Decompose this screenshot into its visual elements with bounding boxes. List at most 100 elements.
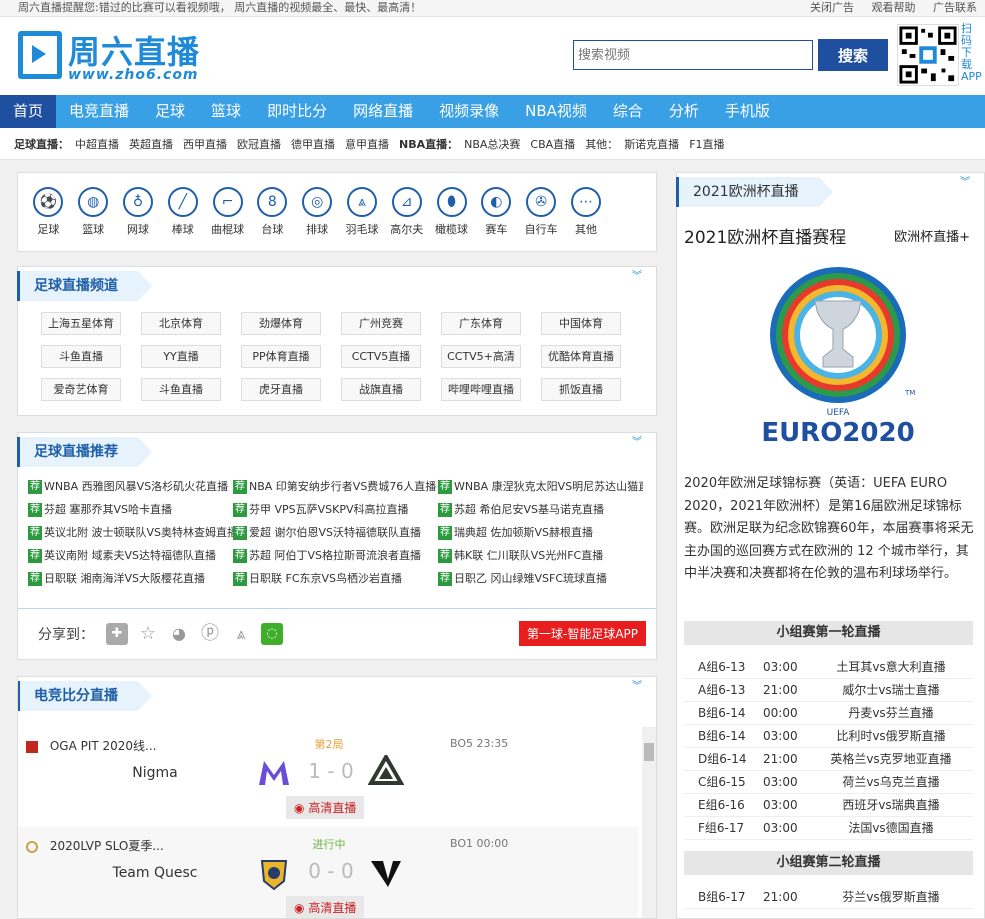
star-share-icon[interactable]: ☆: [137, 622, 159, 645]
schedule-match[interactable]: 土耳其vs意大利直播: [816, 656, 966, 679]
channel-link[interactable]: 哔哩哔哩直播: [441, 378, 521, 401]
schedule-row[interactable]: A组6-13 21:00 威尔士vs瑞士直播: [684, 679, 973, 702]
subnav-link[interactable]: CBA直播: [530, 136, 575, 152]
recommend-item[interactable]: 荐苏超 希伯尼安VS基马诺克直播: [438, 501, 643, 518]
subnav-link[interactable]: 德甲直播: [291, 136, 335, 152]
sport-hockey-stick[interactable]: ⌐ 曲棍球: [205, 187, 250, 251]
recommend-item[interactable]: 荐韩K联 仁川联队VS光州FC直播: [438, 547, 643, 564]
hd-live-button[interactable]: ◉ 高清直播: [286, 796, 365, 819]
schedule-row[interactable]: B组6-14 00:00 丹麦vs芬兰直播: [684, 702, 973, 725]
channel-link[interactable]: 优酷体育直播: [541, 345, 621, 368]
recommend-item[interactable]: 荐日职乙 冈山绿雉VSFC琉球直播: [438, 570, 643, 587]
nav-general[interactable]: 综合: [600, 95, 656, 128]
sport-golf-club[interactable]: ⊿ 高尔夫: [384, 187, 429, 251]
scrollbar-thumb[interactable]: [644, 743, 654, 761]
schedule-match[interactable]: 英格兰vs克罗地亚直播: [816, 748, 966, 771]
recommend-item[interactable]: 荐英议北附 波士顿联队VS奥特林查姆直播: [28, 524, 233, 541]
schedule-row[interactable]: A组6-13 03:00 土耳其vs意大利直播: [684, 656, 973, 679]
recommend-item[interactable]: 荐芬超 塞那乔其VS哈卡直播: [28, 501, 233, 518]
help-link[interactable]: 观看帮助: [872, 1, 916, 14]
sport-basketball[interactable]: ◍ 篮球: [71, 187, 116, 251]
schedule-row[interactable]: B组6-14 03:00 比利时vs俄罗斯直播: [684, 725, 973, 748]
nav-basketball[interactable]: 篮球: [198, 95, 254, 128]
recommend-item[interactable]: 荐日职联 FC东京VS鸟栖沙岩直播: [233, 570, 438, 587]
schedule-row[interactable]: B组6-17 21:00 芬兰vs俄罗斯直播: [684, 886, 973, 909]
subnav-link[interactable]: 意甲直播: [345, 136, 389, 152]
sport-baseball-bat[interactable]: ╱ 棒球: [160, 187, 205, 251]
match-row[interactable]: 2020LVP SLO夏季... 进行中 BO1 00:00 Team Ques…: [18, 827, 638, 918]
nav-web-live[interactable]: 网络直播: [340, 95, 426, 128]
channel-link[interactable]: YY直播: [141, 345, 221, 368]
channel-link[interactable]: CCTV5+高清: [441, 345, 521, 368]
channel-link[interactable]: 抓饭直播: [541, 378, 621, 401]
recommend-item[interactable]: 荐日职联 湘南海洋VS大阪樱花直播: [28, 570, 233, 587]
subnav-link[interactable]: 西甲直播: [183, 136, 227, 152]
recommend-item[interactable]: 荐爱超 谢尔伯恩VS沃特福德联队直播: [233, 524, 438, 541]
nav-esports[interactable]: 电竞直播: [56, 95, 142, 128]
weibo-share-icon[interactable]: ◕: [168, 622, 190, 645]
sport-other-sports[interactable]: ⋯ 其他: [564, 187, 609, 251]
channel-link[interactable]: 上海五星体育: [41, 312, 121, 335]
recommend-item[interactable]: 荐芬甲 VPS瓦萨VSKPV科高拉直播: [233, 501, 438, 518]
channel-link[interactable]: 广州竞赛: [341, 312, 421, 335]
site-logo[interactable]: 周六直播 www.zho6.com: [18, 25, 218, 87]
subnav-link[interactable]: 英超直播: [129, 136, 173, 152]
recommend-item[interactable]: 荐瑞典超 佐加顿斯VS赫根直播: [438, 524, 643, 541]
app-download-button[interactable]: 第一球-智能足球APP: [518, 621, 646, 646]
nav-live-score[interactable]: 即时比分: [254, 95, 340, 128]
schedule-match[interactable]: 荷兰vs乌克兰直播: [816, 771, 966, 794]
schedule-match[interactable]: 西班牙vs瑞典直播: [816, 794, 966, 817]
schedule-row[interactable]: C组6-15 03:00 荷兰vs乌克兰直播: [684, 771, 973, 794]
channel-link[interactable]: 斗鱼直播: [41, 345, 121, 368]
recommend-item[interactable]: 荐 WNBA 康涅狄克太阳VS明尼苏达山猫直播: [438, 478, 643, 495]
sport-racing-helmet[interactable]: ◐ 赛车: [474, 187, 519, 251]
close-ads-link[interactable]: 关闭广告: [810, 1, 854, 14]
sport-volleyball[interactable]: ◎ 排球: [295, 187, 340, 251]
sport-shuttlecock[interactable]: ⩓ 羽毛球: [340, 187, 385, 251]
channel-link[interactable]: 战旗直播: [341, 378, 421, 401]
nav-home[interactable]: 首页: [0, 95, 57, 128]
channel-link[interactable]: 斗鱼直播: [141, 378, 221, 401]
plus-share-icon[interactable]: ✚: [106, 622, 128, 645]
schedule-match[interactable]: 比利时vs俄罗斯直播: [816, 725, 966, 748]
channel-link[interactable]: PP体育直播: [241, 345, 321, 368]
channel-link[interactable]: 爱奇艺体育: [41, 378, 121, 401]
recommend-item[interactable]: 荐 WNBA 西雅图风暴VS洛杉矶火花直播: [28, 478, 233, 495]
collapse-chevron-icon[interactable]: ︾: [632, 438, 642, 448]
subnav-link[interactable]: 欧冠直播: [237, 136, 281, 152]
collapse-chevron-icon[interactable]: ︾: [960, 178, 970, 188]
sport-billiard-ball[interactable]: 8 台球: [250, 187, 295, 251]
nav-analysis[interactable]: 分析: [656, 95, 712, 128]
nav-football[interactable]: 足球: [142, 95, 198, 128]
collapse-chevron-icon[interactable]: ︾: [632, 682, 642, 692]
renren-share-icon[interactable]: ⩓: [230, 622, 252, 645]
channel-link[interactable]: 中国体育: [541, 312, 621, 335]
sport-tennis-racket[interactable]: ♁ 网球: [116, 187, 161, 251]
schedule-match[interactable]: 威尔士vs瑞士直播: [816, 679, 966, 702]
hd-live-button[interactable]: ◉ 高清直播: [286, 896, 365, 918]
schedule-match[interactable]: 芬兰vs俄罗斯直播: [816, 886, 966, 909]
channel-link[interactable]: 劲爆体育: [241, 312, 321, 335]
wechat-share-icon[interactable]: ◌: [261, 622, 283, 645]
subnav-link[interactable]: 中超直播: [75, 136, 119, 152]
search-input[interactable]: [573, 40, 813, 70]
nav-mobile[interactable]: 手机版: [712, 95, 783, 128]
sport-bicycle-wheel[interactable]: ✇ 自行车: [519, 187, 564, 251]
channel-link[interactable]: 北京体育: [141, 312, 221, 335]
channel-link[interactable]: 虎牙直播: [241, 378, 321, 401]
channel-link[interactable]: 广东体育: [441, 312, 521, 335]
channel-link[interactable]: CCTV5直播: [341, 345, 421, 368]
recommend-item[interactable]: 荐 NBA 印第安纳步行者VS费城76人直播: [233, 478, 438, 495]
sport-rugby-ball[interactable]: ⬮ 橄榄球: [429, 187, 474, 251]
schedule-match[interactable]: 法国vs德国直播: [816, 817, 966, 840]
ad-contact-link[interactable]: 广告联系: [933, 1, 977, 14]
sport-soccer-ball[interactable]: ⚽ 足球: [26, 187, 71, 251]
nav-video-replay[interactable]: 视频录像: [426, 95, 512, 128]
subnav-link[interactable]: 斯诺克直播: [624, 136, 679, 152]
collapse-chevron-icon[interactable]: ︾: [632, 272, 642, 282]
subnav-link[interactable]: NBA总决赛: [464, 136, 520, 152]
recommend-item[interactable]: 荐英议南附 域素夫VS达特福德队直播: [28, 547, 233, 564]
recommend-item[interactable]: 荐苏超 阿伯丁VS格拉斯哥流浪者直播: [233, 547, 438, 564]
subnav-link[interactable]: F1直播: [689, 136, 724, 152]
euro-more-link[interactable]: 欧洲杯直播+: [894, 226, 970, 245]
